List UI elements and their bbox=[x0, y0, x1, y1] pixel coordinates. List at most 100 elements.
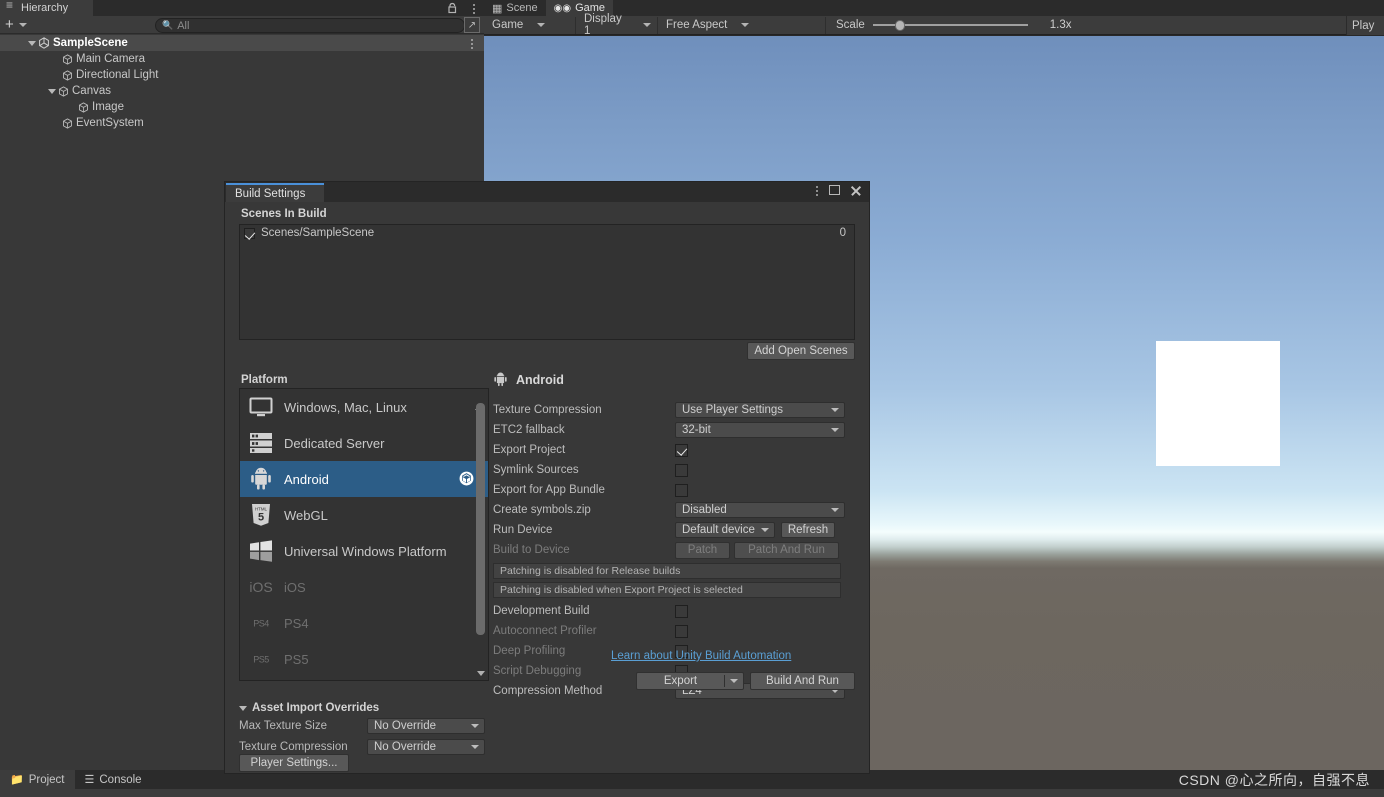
platform-title: Platform bbox=[241, 374, 288, 386]
patch-and-run-button[interactable]: Patch And Run bbox=[734, 541, 839, 559]
chevron-down-icon bbox=[831, 428, 839, 432]
platform-item-uwp[interactable]: Universal Windows Platform bbox=[240, 533, 488, 569]
add-open-scenes-button[interactable]: Add Open Scenes bbox=[747, 342, 855, 360]
tab-console-label: Console bbox=[99, 773, 142, 786]
create-symbols-dropdown[interactable]: Disabled bbox=[675, 502, 845, 518]
scenes-in-build-list[interactable]: Scenes/SampleScene 0 bbox=[239, 224, 855, 340]
svg-text:iOS: iOS bbox=[249, 579, 272, 595]
scene-list-item[interactable]: Scenes/SampleScene 0 bbox=[240, 225, 854, 241]
help-message-release-builds: Patching is disabled for Release builds bbox=[493, 563, 841, 579]
close-icon[interactable] bbox=[850, 185, 861, 196]
tab-scene[interactable]: ▦ Scene bbox=[484, 0, 546, 16]
android-panel-title: Android bbox=[516, 372, 564, 387]
kebab-menu-icon[interactable] bbox=[816, 184, 819, 196]
platform-item-android[interactable]: Android bbox=[240, 461, 488, 497]
development-build-checkbox[interactable] bbox=[675, 604, 688, 618]
platform-item-windows-mac-linux[interactable]: Windows, Mac, Linux bbox=[240, 389, 488, 425]
tree-item-canvas[interactable]: Canvas bbox=[0, 83, 484, 99]
etc2-fallback-value: 32-bit bbox=[682, 424, 711, 436]
tab-project-label: Project bbox=[28, 773, 65, 786]
build-to-device-label: Build to Device bbox=[493, 544, 570, 556]
build-settings-window: Build Settings Scenes In Build Scenes/Sa… bbox=[224, 181, 870, 774]
scroll-down-arrow-icon[interactable] bbox=[476, 671, 485, 676]
texture-compression-override-dropdown[interactable]: No Override bbox=[367, 739, 485, 755]
svg-text:PS5: PS5 bbox=[253, 655, 269, 665]
game-target-dropdown[interactable]: Game bbox=[484, 16, 576, 34]
platform-list-scrollbar[interactable] bbox=[475, 391, 486, 678]
asset-import-overrides-section: Asset Import Overrides Max Texture Size … bbox=[239, 702, 489, 756]
export-project-label: Export Project bbox=[493, 444, 566, 456]
scale-slider[interactable] bbox=[872, 18, 1028, 32]
platform-item-ps4[interactable]: PS4 PS4 bbox=[240, 605, 488, 641]
symlink-sources-checkbox[interactable] bbox=[675, 463, 688, 477]
export-app-bundle-checkbox[interactable] bbox=[675, 483, 688, 497]
play-button[interactable]: Play bbox=[1346, 16, 1384, 35]
max-texture-size-dropdown[interactable]: No Override bbox=[367, 718, 485, 734]
export-button[interactable]: Export bbox=[637, 675, 725, 687]
asset-import-overrides-title: Asset Import Overrides bbox=[252, 702, 380, 714]
player-settings-button[interactable]: Player Settings... bbox=[239, 754, 349, 772]
build-automation-link[interactable]: Learn about Unity Build Automation bbox=[611, 650, 791, 662]
create-symbols-value: Disabled bbox=[682, 504, 727, 516]
tab-project[interactable]: 📁 Project bbox=[0, 770, 75, 789]
expand-triangle-icon[interactable] bbox=[46, 88, 58, 94]
platform-item-webgl[interactable]: HTML 5 WebGL bbox=[240, 497, 488, 533]
refresh-devices-button[interactable]: Refresh bbox=[781, 522, 835, 538]
tree-item-image[interactable]: Image bbox=[0, 99, 484, 115]
create-object-button[interactable]: + bbox=[5, 17, 14, 32]
slider-thumb[interactable] bbox=[894, 20, 905, 31]
autoconnect-profiler-checkbox[interactable] bbox=[675, 624, 688, 638]
tree-item-label: Main Camera bbox=[76, 53, 146, 65]
symlink-sources-label: Symlink Sources bbox=[493, 464, 579, 476]
export-button-group[interactable]: Export bbox=[636, 672, 744, 690]
tree-item-directional-light[interactable]: Directional Light bbox=[0, 67, 484, 83]
hierarchy-menu-button[interactable] bbox=[473, 2, 476, 17]
maximize-icon[interactable] bbox=[829, 185, 840, 195]
export-options-dropdown[interactable] bbox=[725, 679, 743, 683]
display-dropdown[interactable]: Display 1 bbox=[576, 13, 658, 37]
help-message-export-project: Patching is disabled when Export Project… bbox=[493, 582, 841, 598]
ios-icon: iOS bbox=[248, 574, 274, 600]
platform-list[interactable]: Windows, Mac, Linux Dedicated Server And… bbox=[239, 388, 489, 681]
window-controls bbox=[816, 184, 861, 196]
asset-import-overrides-header[interactable]: Asset Import Overrides bbox=[239, 702, 489, 714]
platform-item-dedicated-server[interactable]: Dedicated Server bbox=[240, 425, 488, 461]
platform-item-ios[interactable]: iOS iOS bbox=[240, 569, 488, 605]
scrollbar-thumb[interactable] bbox=[476, 403, 485, 635]
symlink-sources-row: Symlink Sources bbox=[493, 460, 855, 480]
tab-hierarchy[interactable]: Hierarchy bbox=[0, 0, 93, 16]
platform-item-ps5[interactable]: PS5 PS5 bbox=[240, 641, 488, 677]
platform-label: iOS bbox=[284, 579, 306, 595]
run-device-dropdown[interactable]: Default device bbox=[675, 522, 775, 538]
expand-window-icon[interactable]: ↗ bbox=[464, 17, 480, 33]
tree-item-eventsystem[interactable]: EventSystem bbox=[0, 115, 484, 131]
texture-compression-dropdown[interactable]: Use Player Settings bbox=[675, 402, 845, 418]
tab-hierarchy-label: Hierarchy bbox=[21, 2, 69, 14]
tree-item-samplescene[interactable]: SampleScene bbox=[0, 35, 484, 51]
chevron-down-icon[interactable] bbox=[18, 22, 27, 27]
aspect-dropdown[interactable]: Free Aspect bbox=[658, 16, 826, 34]
tree-item-main-camera[interactable]: Main Camera bbox=[0, 51, 484, 67]
gameobject-cube-icon bbox=[62, 69, 73, 81]
play-label: Play bbox=[1352, 19, 1375, 32]
expand-triangle-icon[interactable] bbox=[26, 40, 38, 46]
chevron-down-icon bbox=[643, 23, 651, 27]
etc2-fallback-dropdown[interactable]: 32-bit bbox=[675, 422, 845, 438]
scene-enabled-checkbox[interactable] bbox=[244, 227, 255, 239]
scale-label: Scale bbox=[836, 19, 865, 31]
build-and-run-button[interactable]: Build And Run bbox=[750, 672, 855, 690]
scene-menu-icon[interactable] bbox=[471, 37, 474, 49]
lock-icon[interactable] bbox=[447, 2, 458, 14]
platform-label: WebGL bbox=[284, 507, 328, 523]
chevron-down-icon bbox=[761, 528, 769, 532]
foldout-triangle-icon[interactable] bbox=[239, 705, 247, 711]
search-input[interactable]: 🔍 All bbox=[155, 18, 465, 33]
list-icon bbox=[6, 0, 17, 14]
gameobject-cube-icon bbox=[58, 85, 69, 97]
tab-build-settings[interactable]: Build Settings bbox=[226, 183, 324, 202]
patch-button[interactable]: Patch bbox=[675, 541, 730, 559]
chevron-down-icon bbox=[537, 23, 546, 27]
create-symbols-row: Create symbols.zip Disabled bbox=[493, 500, 855, 520]
tab-console[interactable]: ☰ Console bbox=[75, 770, 152, 789]
export-project-checkbox[interactable] bbox=[675, 443, 688, 457]
